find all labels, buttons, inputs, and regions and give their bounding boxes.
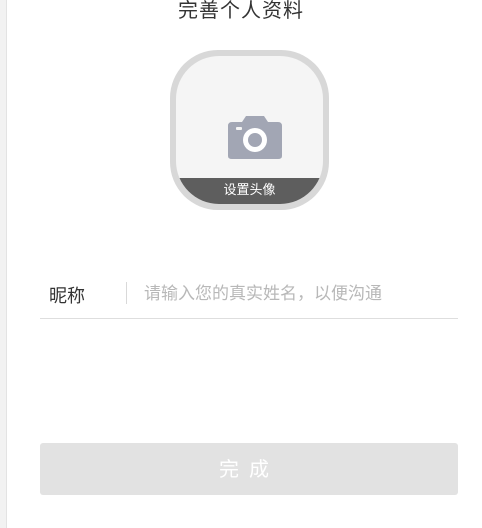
page-title: 完善个人资料 [178, 0, 304, 22]
profile-setup-window: 完善个人资料 设置头像 昵称 完成 [0, 0, 482, 528]
camera-icon [228, 116, 282, 159]
nickname-input[interactable] [144, 280, 444, 308]
avatar-placeholder[interactable]: 设置头像 [176, 56, 323, 204]
avatar-upload[interactable]: 设置头像 [170, 50, 329, 210]
nickname-field-row: 昵称 [40, 272, 458, 319]
window-left-edge [0, 0, 7, 528]
nickname-label: 昵称 [49, 286, 85, 307]
field-divider [126, 282, 127, 304]
done-button[interactable]: 完成 [40, 443, 458, 495]
set-avatar-label[interactable]: 设置头像 [176, 178, 323, 204]
